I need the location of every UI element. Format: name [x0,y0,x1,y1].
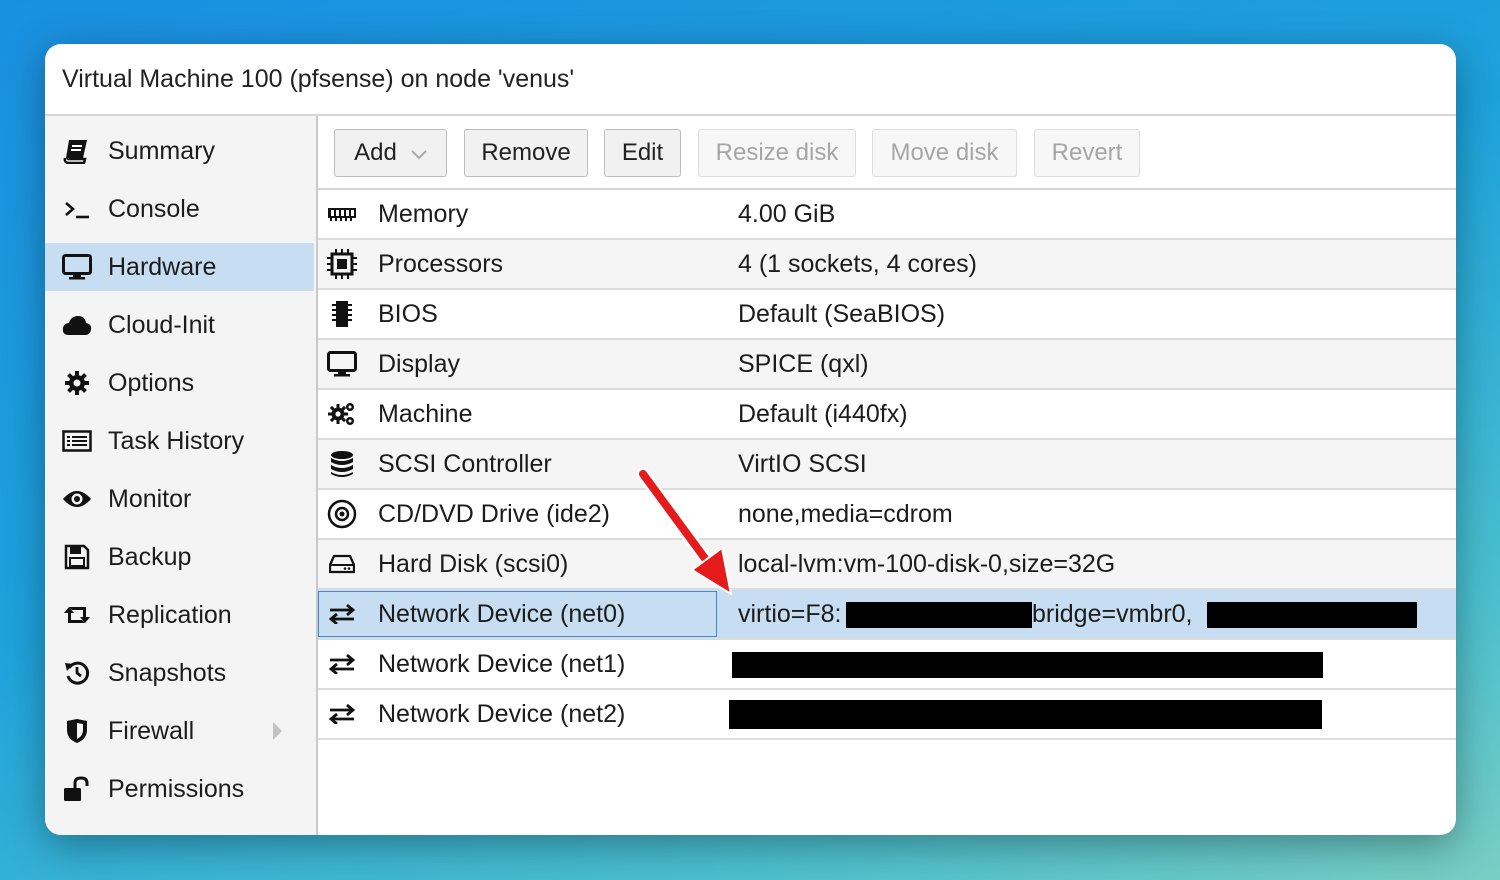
row-name: SCSI Controller [378,450,552,478]
unlock-icon [62,776,92,802]
sidebar-item-label: Options [108,368,195,397]
memory-icon [326,190,358,238]
hardware-grid: Memory 4.00 GiB Processors 4 (1 sockets,… [318,190,1456,835]
sidebar: Summary Console Hardware Cloud-Init Opti… [45,116,318,835]
move-disk-button[interactable]: Move disk [872,129,1017,177]
table-row[interactable]: CD/DVD Drive (ide2) none,media=cdrom [318,490,1456,540]
sidebar-item-permissions[interactable]: Permissions [45,765,314,813]
database-icon [326,440,358,488]
sidebar-item-backup[interactable]: Backup [45,533,314,581]
table-row[interactable]: Display SPICE (qxl) [318,340,1456,390]
toolbar: Add Remove Edit Resize disk Move disk Re… [318,116,1456,190]
revert-button[interactable]: Revert [1034,129,1140,177]
exchange-icon [326,590,358,638]
row-name: Hard Disk (scsi0) [378,550,569,578]
sidebar-item-firewall[interactable]: Firewall [45,707,314,755]
sidebar-item-label: Summary [108,136,215,165]
gear-icon [62,370,92,396]
sidebar-item-label: Monitor [108,484,192,513]
sidebar-item-summary[interactable]: Summary [45,127,314,175]
sidebar-item-label: Backup [108,542,192,571]
eye-icon [62,489,92,509]
row-value: SPICE (qxl) [738,350,869,378]
row-value-part: bridge=vmbr0, [1032,600,1193,628]
sidebar-item-hardware[interactable]: Hardware [45,243,314,291]
add-button-label: Add [354,139,397,166]
cloud-icon [62,314,92,336]
sidebar-item-task-history[interactable]: Task History [45,417,314,465]
retweet-icon [62,603,92,627]
cpu-icon [326,240,358,288]
floppy-icon [62,544,92,570]
row-name: Network Device (net1) [378,650,626,678]
sidebar-item-label: Snapshots [108,658,227,687]
row-value: VirtIO SCSI [738,450,867,478]
table-row[interactable]: Network Device (net2) [318,690,1456,740]
terminal-icon [62,198,92,220]
redaction-box [729,700,1322,729]
table-row[interactable]: Network Device (net1) [318,640,1456,690]
desktop-icon [326,340,358,388]
cogs-icon [326,390,358,438]
row-name: Network Device (net2) [378,700,626,728]
table-row[interactable]: BIOS Default (SeaBIOS) [318,290,1456,340]
row-name: Memory [378,200,469,228]
vm-window: Virtual Machine 100 (pfsense) on node 'v… [45,44,1456,835]
resize-disk-button[interactable]: Resize disk [698,129,856,177]
sidebar-item-snapshots[interactable]: Snapshots [45,649,314,697]
sidebar-item-label: Hardware [108,252,217,281]
edit-button[interactable]: Edit [604,129,681,177]
sidebar-item-label: Firewall [108,716,195,745]
window-title: Virtual Machine 100 (pfsense) on node 'v… [45,44,1456,116]
table-row[interactable]: Hard Disk (scsi0) local-lvm:vm-100-disk-… [318,540,1456,590]
row-name: BIOS [378,300,438,328]
table-row[interactable]: Memory 4.00 GiB [318,190,1456,240]
row-value: 4 (1 sockets, 4 cores) [738,250,977,278]
sidebar-item-options[interactable]: Options [45,359,314,407]
sidebar-item-label: Console [108,194,200,223]
sidebar-item-monitor[interactable]: Monitor [45,475,314,523]
table-row-selected[interactable]: Network Device (net0) virtio=F8: bridge=… [318,590,1456,640]
row-value-part: virtio=F8: [738,600,842,628]
table-row[interactable]: Processors 4 (1 sockets, 4 cores) [318,240,1456,290]
exchange-icon [326,640,358,688]
row-name: Network Device (net0) [378,600,626,628]
row-value: local-lvm:vm-100-disk-0,size=32G [738,550,1116,578]
list-icon [62,430,92,452]
remove-button[interactable]: Remove [464,129,588,177]
submenu-arrow-icon[interactable] [273,722,282,740]
sidebar-item-replication[interactable]: Replication [45,591,314,639]
row-name: CD/DVD Drive (ide2) [378,500,610,528]
shield-icon [62,718,92,744]
hardware-panel: Add Remove Edit Resize disk Move disk Re… [318,116,1456,835]
add-button[interactable]: Add [334,129,447,177]
row-name: Display [378,350,460,378]
sidebar-item-label: Replication [108,600,232,629]
row-value: Default (i440fx) [738,400,908,428]
hdd-icon [326,540,358,588]
history-icon [62,660,92,686]
desktop-icon [62,254,92,280]
row-value: 4.00 GiB [738,200,836,228]
book-icon [62,138,92,164]
row-name: Processors [378,250,504,278]
redaction-box [846,602,1032,628]
sidebar-item-cloud-init[interactable]: Cloud-Init [45,301,314,349]
sidebar-item-console[interactable]: Console [45,185,314,233]
sidebar-item-label: Permissions [108,774,245,803]
chevron-down-icon [411,139,427,167]
cdrom-icon [326,490,358,538]
sidebar-item-label: Cloud-Init [108,310,215,339]
table-row[interactable]: SCSI Controller VirtIO SCSI [318,440,1456,490]
redaction-box [1207,602,1417,628]
row-value: Default (SeaBIOS) [738,300,946,328]
row-value: none,media=cdrom [738,500,953,528]
chip-icon [326,290,358,338]
redaction-box [732,652,1323,678]
row-name: Machine [378,400,473,428]
table-row[interactable]: Machine Default (i440fx) [318,390,1456,440]
window-content: Summary Console Hardware Cloud-Init Opti… [45,116,1456,835]
exchange-icon [326,690,358,738]
sidebar-item-label: Task History [108,426,245,455]
